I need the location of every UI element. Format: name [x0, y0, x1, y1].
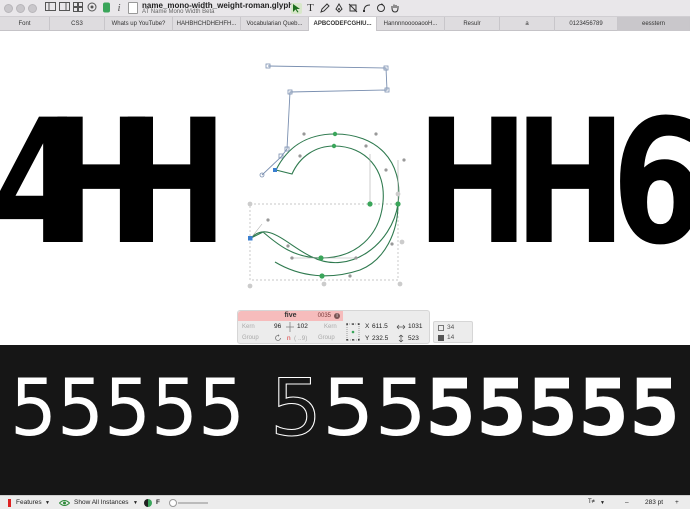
width-field[interactable]: n: [287, 335, 291, 342]
tab-eesstern[interactable]: eesstern: [618, 17, 690, 31]
preview-digits-bold: 55555: [425, 364, 680, 454]
y-label: Y: [365, 335, 370, 342]
tab-a[interactable]: a: [500, 17, 555, 31]
alignment-grid-icon[interactable]: [346, 323, 360, 341]
tab-whats-up-youtube[interactable]: Whats up YouTube?: [105, 17, 173, 31]
features-button[interactable]: Features: [16, 499, 42, 506]
oval-tool-icon[interactable]: [361, 3, 372, 14]
tab-font[interactable]: Font: [0, 17, 50, 31]
zoom-value[interactable]: 283 pt: [645, 499, 663, 506]
glyph-outline-outer[interactable]: [250, 133, 400, 263]
zoom-plus-icon[interactable]: +: [675, 499, 679, 506]
kern-label-left: Kern: [242, 324, 255, 330]
x-value-field[interactable]: 611.5: [372, 323, 388, 330]
glyph-name-bar: five 0035 i: [238, 311, 343, 321]
half-circle-icon[interactable]: [144, 499, 152, 507]
count-b: 14: [447, 334, 455, 341]
window-zoom-button[interactable]: [28, 4, 37, 13]
window-close-button[interactable]: [4, 4, 13, 13]
chevron-down-icon[interactable]: ▼: [133, 500, 138, 506]
select-tool-icon[interactable]: [291, 3, 302, 14]
zoom-slider-track[interactable]: [178, 502, 208, 504]
x-label: X: [365, 323, 370, 330]
zoom-minus-icon[interactable]: –: [625, 499, 629, 506]
layers-icon[interactable]: [100, 2, 112, 14]
tab-bar: Font CS3 Whats up YouTube? HAHBHCHDHEHFH…: [0, 17, 690, 31]
offcurve-points[interactable]: [266, 132, 406, 278]
preview-digits-light: 55555: [10, 364, 245, 454]
window-minimize-button[interactable]: [16, 4, 25, 13]
font-glyph-button[interactable]: F: [156, 499, 160, 506]
document-icon: [128, 2, 138, 14]
glyph-outline-inner[interactable]: [274, 203, 399, 277]
italic-icon[interactable]: i: [114, 2, 124, 14]
chevron-down-icon[interactable]: ▼: [45, 500, 50, 506]
info-icon[interactable]: i: [334, 313, 340, 319]
count-a: 34: [447, 324, 455, 331]
width-arrow-icon[interactable]: [396, 323, 406, 331]
canvas-text-left[interactable]: 4HH: [0, 84, 228, 284]
y-value-field[interactable]: 232.5: [372, 335, 388, 342]
tab-vocabularian[interactable]: Vocabularian Queb...: [241, 17, 309, 31]
preview-digits-regular: 55: [322, 364, 427, 454]
document-subtitle: AT Name Mono Width Beta: [142, 9, 215, 15]
tab-hahbhchdhefh[interactable]: HAHBHCHDHEHFH...: [173, 17, 241, 31]
kern-label-right: Kern: [324, 324, 337, 330]
text-tool-icon[interactable]: T: [305, 3, 316, 14]
glyph-info-box: five 0035 i Kern Group 96 102 n ( ..9) K…: [237, 310, 430, 344]
paint-icon[interactable]: [86, 2, 98, 14]
eye-icon[interactable]: [58, 499, 71, 507]
panel-icon[interactable]: [58, 2, 70, 14]
tab-cs3[interactable]: CS3: [50, 17, 105, 31]
sidebearing-link-icon[interactable]: [285, 322, 295, 332]
node-count-panel: 34 14: [433, 321, 473, 343]
rotate-tool-icon[interactable]: [375, 3, 386, 14]
tab-hannnnoooo[interactable]: HannnnooooaooH...: [377, 17, 445, 31]
group-label-right: Group: [318, 335, 335, 341]
square-filled-icon: [438, 335, 444, 341]
text-options-icon[interactable]: T≠: [588, 499, 595, 505]
preview-digit-hairline: 5: [270, 364, 322, 454]
left-sidebearing-field[interactable]: 96: [274, 323, 281, 330]
refresh-icon[interactable]: [274, 334, 282, 342]
square-outline-icon: [438, 325, 444, 331]
draw-tool-icon[interactable]: [319, 3, 330, 14]
zoom-slider-knob[interactable]: [169, 499, 177, 507]
h-value-field[interactable]: 523: [408, 335, 419, 342]
preview-panel[interactable]: 55555 5 55 55555: [0, 345, 690, 495]
width-hint: ( ..9): [294, 335, 308, 342]
show-all-instances-button[interactable]: Show All Instances: [74, 499, 129, 506]
tab-0123456789[interactable]: 0123456789: [555, 17, 618, 31]
bottom-bar: Features ▼ Show All Instances ▼ F T≠ ▼ –…: [0, 495, 690, 509]
w-value-field[interactable]: 1031: [408, 323, 422, 330]
glyph-unicode[interactable]: 0035: [318, 313, 331, 319]
group-label-left: Group: [242, 335, 259, 341]
tab-resulr[interactable]: Resulr: [445, 17, 500, 31]
title-bar: i name_mono-width_weight-roman.glyphs AT…: [0, 0, 690, 17]
grid-icon[interactable]: [72, 2, 84, 14]
edit-canvas[interactable]: 4HH HH6: [0, 32, 690, 344]
chevron-down-icon[interactable]: ▼: [600, 500, 605, 506]
right-sidebearing-field[interactable]: 102: [297, 323, 308, 330]
tab-apbcodefcghiu[interactable]: APBCODEFCGHIU...: [309, 17, 377, 31]
hand-tool-icon[interactable]: [389, 3, 400, 14]
glyph-bounding-box: [249, 203, 399, 281]
warning-icon: [8, 499, 11, 507]
glyph-canvas-svg[interactable]: 4HH HH6: [0, 32, 690, 344]
preview-svg: 55555 5 55 55555: [10, 364, 680, 455]
rectangle-tool-icon[interactable]: [347, 3, 358, 14]
canvas-text-right[interactable]: HH6: [417, 84, 690, 284]
height-arrow-icon[interactable]: [397, 334, 405, 343]
sidebar-icon[interactable]: [44, 2, 56, 14]
pen-tool-icon[interactable]: [333, 3, 344, 14]
